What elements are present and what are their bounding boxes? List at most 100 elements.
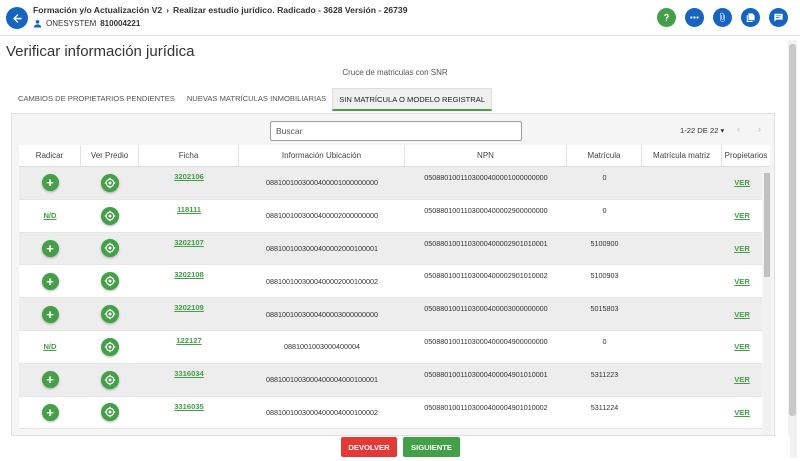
cell-ver-predio: [81, 331, 139, 363]
siguiente-button[interactable]: SIGUIENTE: [403, 437, 460, 457]
documents-button[interactable]: [741, 8, 760, 27]
ficha-link[interactable]: 3316034: [174, 369, 204, 378]
cell-radicar: +: [19, 265, 81, 297]
radicar-add-button[interactable]: +: [41, 305, 59, 323]
ficha-link[interactable]: 3202106: [174, 172, 204, 181]
ver-predio-target-icon[interactable]: [101, 272, 119, 291]
column-header-npn[interactable]: NPN: [405, 145, 567, 166]
column-header-matricula-matriz[interactable]: Matrícula matriz: [642, 145, 722, 166]
cell-matricula-matriz: [642, 331, 722, 363]
cell-propietarios: VER: [722, 265, 762, 297]
ficha-link[interactable]: 3202108: [174, 270, 204, 279]
cell-ver-predio: [81, 397, 139, 429]
back-button[interactable]: [6, 7, 28, 29]
table-scrollbar[interactable]: [763, 167, 771, 435]
table-scrollbar-thumb[interactable]: [764, 173, 770, 277]
ver-predio-target-icon[interactable]: [101, 370, 119, 389]
cell-ficha: 3202108: [139, 265, 239, 297]
radicar-add-button[interactable]: +: [41, 371, 59, 389]
cell-ubicacion: 0881001003000400004000100002: [266, 407, 378, 417]
ver-predio-target-icon[interactable]: [101, 305, 119, 324]
cell-ver-predio: [81, 233, 139, 265]
cell-ubicacion: 0881001003000400002000100001: [266, 243, 378, 253]
pagination-range[interactable]: 1-22 DE 22 ▾: [680, 126, 724, 135]
ficha-link[interactable]: 122127: [176, 336, 201, 345]
ver-predio-target-icon[interactable]: [101, 403, 119, 422]
cell-ubicacion: 0881001003000400001000000000: [266, 178, 378, 188]
tab-nuevas-matriculas[interactable]: NUEVAS MATRÍCULAS INMOBILIARIAS: [181, 88, 332, 111]
help-button[interactable]: [657, 8, 676, 27]
cell-propietarios: VER: [722, 167, 762, 199]
cell-radicar: +: [19, 364, 81, 396]
ver-propietarios-link[interactable]: VER: [734, 277, 750, 286]
ver-propietarios-link[interactable]: VER: [734, 310, 750, 319]
column-header-matricula[interactable]: Matrícula: [567, 145, 642, 166]
chevron-right-icon[interactable]: ›: [758, 124, 761, 134]
radicar-nd-link[interactable]: N/D: [43, 211, 56, 220]
ficha-link[interactable]: 3202109: [174, 303, 204, 312]
cell-ubicacion: 0881001003000400002000100002: [266, 276, 378, 286]
radicar-add-button[interactable]: +: [41, 239, 59, 257]
cell-matricula-matriz: [642, 167, 722, 199]
attachments-button[interactable]: [713, 8, 732, 27]
page-scrollbar-thumb[interactable]: [789, 44, 796, 416]
ver-predio-target-icon[interactable]: [101, 173, 119, 192]
ver-predio-target-icon[interactable]: [101, 239, 119, 258]
cell-ver-predio: [81, 167, 139, 199]
tab-sin-matricula[interactable]: SIN MATRÍCULA O MODELO REGISTRAL: [332, 88, 493, 111]
ver-propietarios-link[interactable]: VER: [734, 244, 750, 253]
ver-predio-target-icon[interactable]: [101, 206, 119, 225]
column-header-radicar[interactable]: Radicar: [19, 145, 81, 166]
cell-radicar: +: [19, 233, 81, 265]
ficha-link[interactable]: 118111: [177, 205, 201, 214]
radicar-nd-link[interactable]: N/D: [43, 342, 56, 351]
devolver-button[interactable]: DEVOLVER: [341, 437, 397, 457]
cell-ver-predio: [81, 265, 139, 297]
more-options-button[interactable]: [685, 8, 704, 27]
cell-ficha: 3202107: [139, 233, 239, 265]
tab-bar: CAMBIOS DE PROPIETARIOS PENDIENTES NUEVA…: [12, 88, 493, 111]
cell-matricula-matriz: [642, 265, 722, 297]
table-row: +3316035 0881001003000400004000100002 0508…: [19, 396, 762, 430]
user-name: ONESYSTEM: [46, 19, 97, 28]
cell-ubicacion: 0881001003000400004: [284, 342, 360, 352]
ver-propietarios-link[interactable]: VER: [734, 178, 750, 187]
column-header-propietarios[interactable]: Propietarios: [722, 145, 770, 166]
cell-matricula-matriz: [642, 397, 722, 429]
ver-propietarios-link[interactable]: VER: [734, 408, 750, 417]
column-header-ubicacion[interactable]: Información Ubicación: [239, 145, 405, 166]
page-scrollbar[interactable]: [788, 40, 797, 458]
cell-matricula: 5100900: [590, 238, 619, 248]
ficha-link[interactable]: 3202107: [174, 238, 204, 247]
column-header-ver-predio[interactable]: Ver Predio: [81, 145, 139, 166]
cell-ver-predio: [81, 364, 139, 396]
table-row: +3202109 0881001003000400003000000000 0508…: [19, 298, 762, 331]
chevron-left-icon[interactable]: ‹: [737, 124, 740, 134]
ficha-link[interactable]: 3316035: [174, 402, 204, 411]
top-bar: Formación y/o Actualización V2 › Realizar …: [0, 0, 800, 36]
cell-propietarios: VER: [722, 364, 762, 396]
search-input[interactable]: [270, 121, 522, 141]
radicar-add-button[interactable]: +: [41, 272, 59, 290]
table-row: +3202108 0881001003000400002000100002 0508…: [19, 265, 762, 299]
cell-npn: 0508801001103000400002901010002: [424, 271, 548, 281]
radicar-add-button[interactable]: +: [41, 403, 59, 421]
messages-button[interactable]: [769, 8, 788, 27]
column-header-ficha[interactable]: Ficha: [139, 145, 239, 166]
ver-predio-target-icon[interactable]: [101, 337, 119, 356]
ver-propietarios-link[interactable]: VER: [734, 375, 750, 384]
cell-matricula: 5100903: [590, 271, 619, 281]
cell-npn: 0508801001103000400004901010001: [424, 369, 548, 379]
pagination-label: 1-22 DE 22: [680, 126, 719, 135]
tab-cambios-propietarios[interactable]: CAMBIOS DE PROPIETARIOS PENDIENTES: [12, 88, 181, 111]
more-icon: [690, 16, 699, 19]
radicar-add-button[interactable]: +: [41, 174, 59, 192]
cell-matricula: 0: [602, 336, 607, 346]
breadcrumb-process[interactable]: Formación y/o Actualización V2: [33, 5, 162, 15]
cell-ficha: 3202106: [139, 167, 239, 199]
arrow-left-icon: [12, 13, 22, 23]
ver-propietarios-link[interactable]: VER: [734, 211, 750, 220]
ver-propietarios-link[interactable]: VER: [734, 342, 750, 351]
cell-npn: 0508801001103000400004900000000: [424, 336, 548, 346]
table-header: Radicar Ver Predio Ficha Información Ubi…: [19, 145, 770, 167]
